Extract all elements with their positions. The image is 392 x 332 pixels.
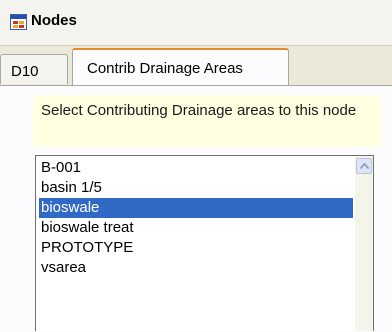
tab-d10-label: D10 (11, 63, 39, 80)
list-item[interactable]: PROTOTYPE (39, 238, 353, 258)
list-scrollbar[interactable] (355, 156, 373, 331)
list-item-selected[interactable]: bioswale (39, 198, 353, 218)
list-item[interactable]: vsarea (39, 258, 353, 278)
list-item[interactable]: bioswale treat (39, 218, 353, 238)
tab-contrib-drainage-areas-label: Contrib Drainage Areas (87, 60, 243, 77)
drainage-areas-listbox[interactable]: B-001 basin 1/5 bioswale bioswale treat … (35, 155, 374, 331)
tab-contrib-drainage-areas[interactable]: Contrib Drainage Areas (72, 48, 289, 86)
window-app-icon (10, 14, 27, 30)
list-item[interactable]: basin 1/5 (39, 178, 353, 198)
instruction-text: Select Contributing Drainage areas to th… (33, 95, 381, 147)
window-titlebar: Nodes (0, 0, 392, 46)
window-title: Nodes (31, 12, 77, 29)
chevron-up-icon (360, 163, 369, 169)
tab-d10[interactable]: D10 (0, 54, 68, 84)
tab-strip: D10 Contrib Drainage Areas (0, 46, 392, 86)
list-item[interactable]: B-001 (39, 158, 353, 178)
scroll-up-button[interactable] (356, 158, 372, 174)
